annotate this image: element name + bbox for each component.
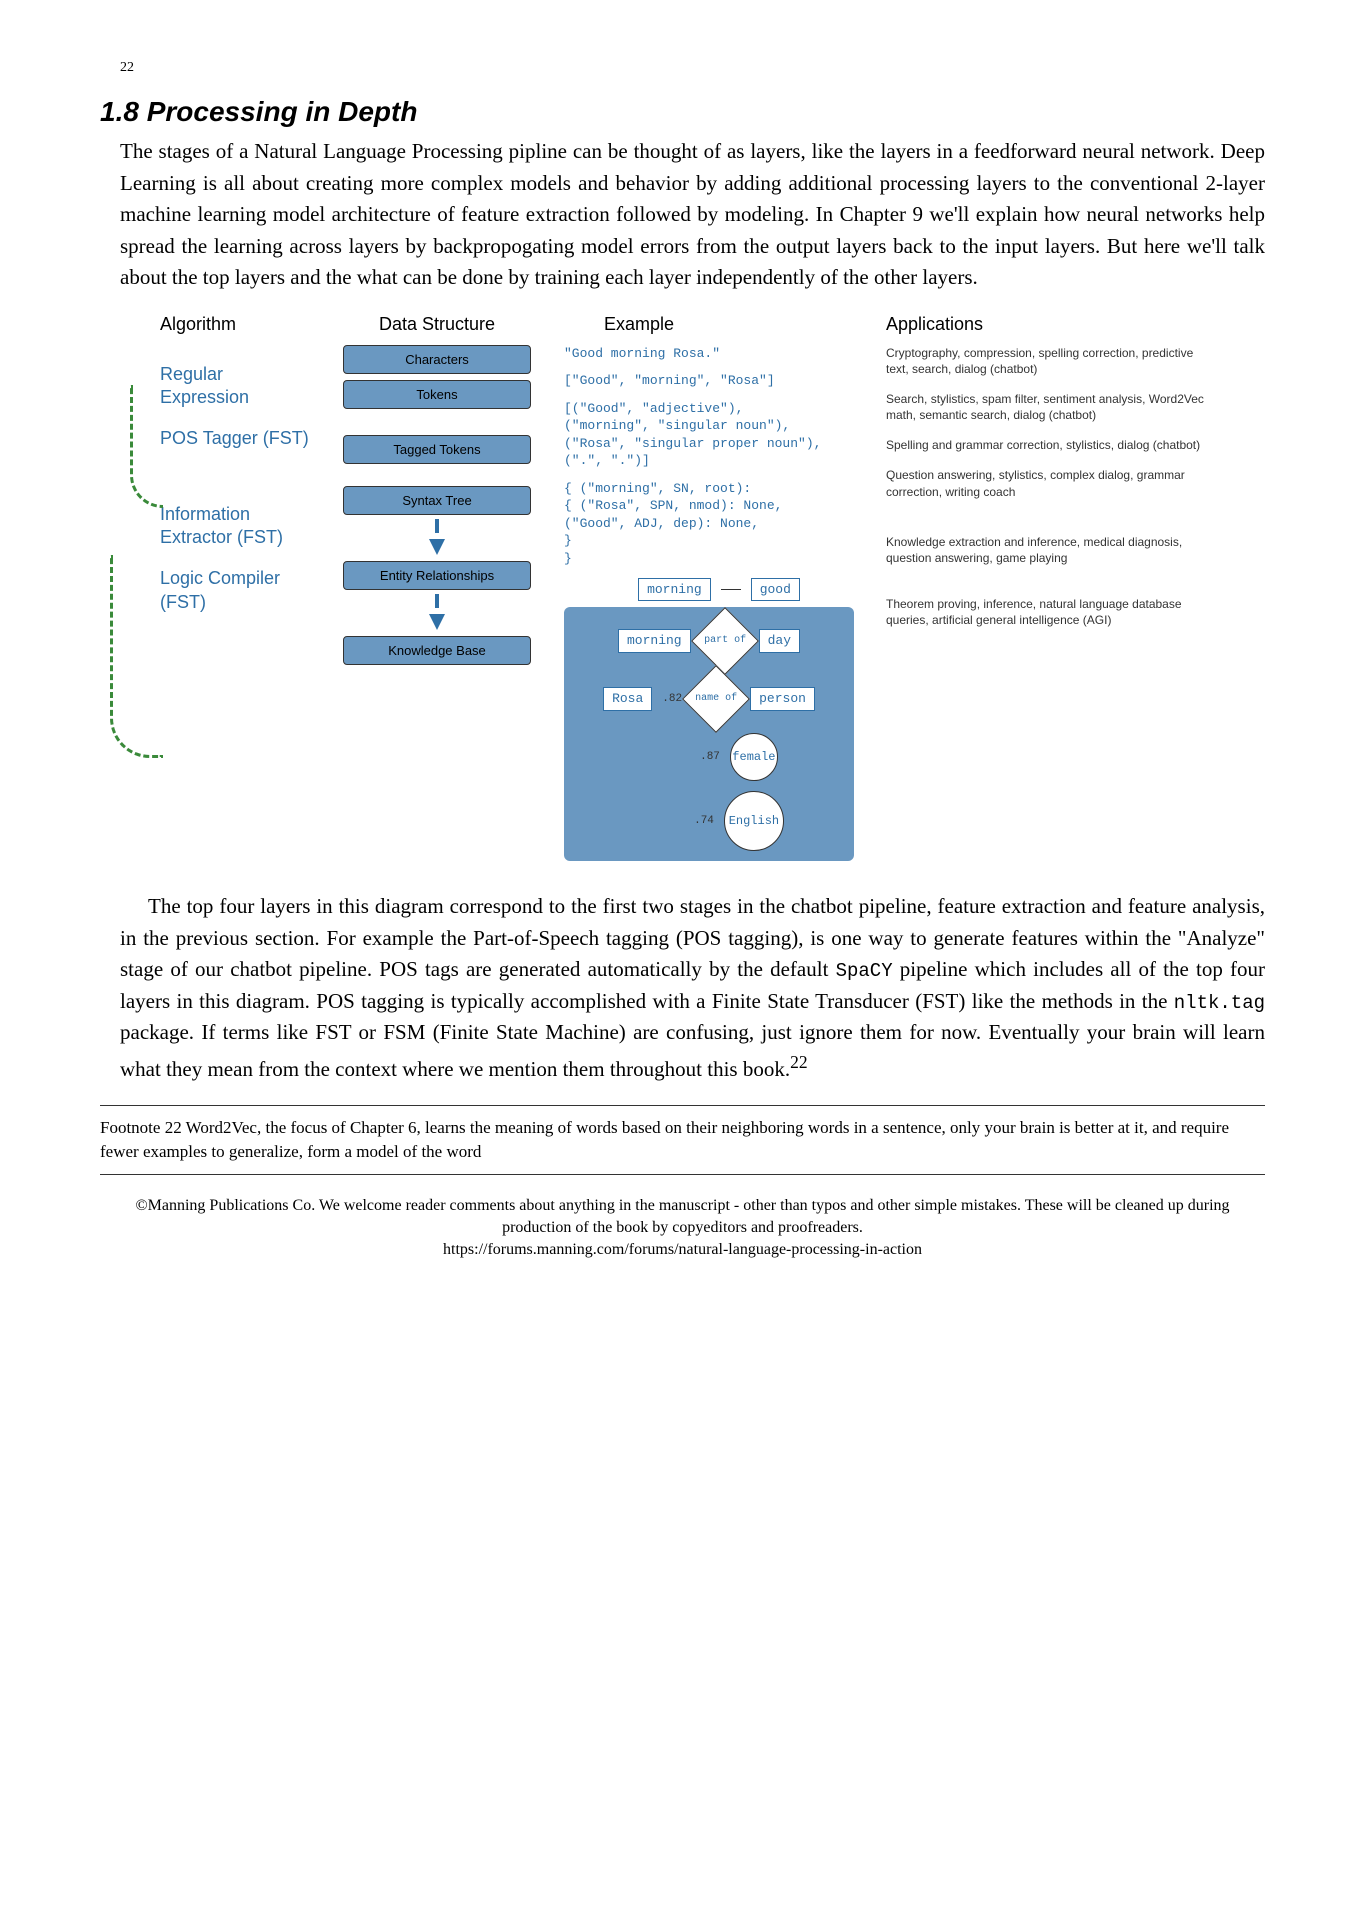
box-characters: Characters	[343, 345, 531, 374]
arrow-icon	[429, 614, 445, 630]
tagged-line: (".", ".")]	[564, 452, 874, 470]
footnote-22: Footnote 22 Word2Vec, the focus of Chapt…	[100, 1116, 1265, 1164]
code-spacy: SpaCY	[836, 960, 893, 982]
arrow-icon	[429, 539, 445, 555]
nlp-layers-diagram: Algorithm Data Structure Example Applica…	[160, 314, 1265, 862]
algorithm-column: Regular Expression POS Tagger (FST) Info…	[160, 345, 310, 633]
box-syntax-tree: Syntax Tree	[343, 486, 531, 515]
syntax-line: { ("morning", SN, root):	[564, 480, 874, 498]
kb-chip: person	[750, 687, 815, 711]
example-tagged: [("Good", "adjective"), ("morning", "sin…	[564, 400, 874, 470]
col-head-applications: Applications	[886, 314, 1206, 335]
syntax-line: }	[564, 550, 874, 568]
example-knowledge-base: morning part of day Rosa .82 name of per…	[564, 607, 854, 861]
kb-chip: morning	[618, 629, 691, 653]
section-heading: 1.8 Processing in Depth	[100, 96, 1265, 128]
app-syntax: Question answering, stylistics, complex …	[886, 467, 1206, 499]
tagged-line: ("morning", "singular noun"),	[564, 417, 874, 435]
app-tokens: Search, stylistics, spam filter, sentime…	[886, 391, 1206, 423]
entity-chip: good	[751, 578, 800, 602]
kb-weight: .74	[694, 814, 714, 829]
example-column: "Good morning Rosa." ["Good", "morning",…	[564, 345, 874, 862]
algo-regex: Regular Expression	[160, 363, 310, 410]
example-entity-relationships: morning good	[564, 578, 874, 602]
section-number: 1.8	[100, 96, 139, 127]
publisher-url: https://forums.manning.com/forums/natura…	[100, 1239, 1265, 1261]
para2-part-c: package. If terms like FST or FSM (Finit…	[120, 1020, 1265, 1081]
example-tokens: ["Good", "morning", "Rosa"]	[564, 372, 874, 390]
app-tagged: Spelling and grammar correction, stylist…	[886, 437, 1206, 453]
algo-logic: Logic Compiler (FST)	[160, 567, 310, 614]
data-structure-column: Characters Tokens Tagged Tokens Syntax T…	[322, 345, 552, 665]
app-kb: Theorem proving, inference, natural lang…	[886, 596, 1206, 628]
publisher-note: ©Manning Publications Co. We welcome rea…	[100, 1195, 1265, 1262]
algo-ie: Information Extractor (FST)	[160, 503, 310, 550]
box-entity-rel: Entity Relationships	[343, 561, 531, 590]
kb-node: female	[730, 733, 778, 781]
kb-weight: .87	[700, 750, 720, 765]
kb-relation: name of	[682, 665, 750, 733]
example-syntax: { ("morning", SN, root): { ("Rosa", SPN,…	[564, 480, 874, 568]
app-entity: Knowledge extraction and inference, medi…	[886, 534, 1206, 566]
paragraph-2: The top four layers in this diagram corr…	[120, 891, 1265, 1085]
footnote-separator	[100, 1174, 1265, 1175]
box-knowledge-base: Knowledge Base	[343, 636, 531, 665]
col-head-algorithm: Algorithm	[160, 314, 310, 335]
app-characters: Cryptography, compression, spelling corr…	[886, 345, 1206, 377]
entity-chip: morning	[638, 578, 711, 602]
publisher-line-1: ©Manning Publications Co. We welcome rea…	[100, 1195, 1265, 1240]
algo-pos: POS Tagger (FST)	[160, 427, 310, 450]
box-tagged-tokens: Tagged Tokens	[343, 435, 531, 464]
tagged-line: ("Rosa", "singular proper noun"),	[564, 435, 874, 453]
code-nltk-tag: nltk.tag	[1174, 992, 1265, 1014]
example-characters: "Good morning Rosa."	[564, 345, 874, 363]
syntax-line: ("Good", ADJ, dep): None,	[564, 515, 874, 533]
syntax-line: { ("Rosa", SPN, nmod): None,	[564, 497, 874, 515]
syntax-line: }	[564, 532, 874, 550]
kb-weight: .82	[662, 692, 682, 707]
box-tokens: Tokens	[343, 380, 531, 409]
kb-relation: part of	[691, 607, 759, 675]
col-head-example: Example	[564, 314, 874, 335]
applications-column: Cryptography, compression, spelling corr…	[886, 345, 1206, 643]
footnote-ref: 22	[790, 1052, 808, 1072]
col-head-data-structure: Data Structure	[322, 314, 552, 335]
section-title: Processing in Depth	[147, 96, 418, 127]
paragraph-1: The stages of a Natural Language Process…	[120, 136, 1265, 294]
kb-chip: day	[759, 629, 800, 653]
footnote-separator	[100, 1105, 1265, 1106]
tagged-line: [("Good", "adjective"),	[564, 400, 874, 418]
kb-chip: Rosa	[603, 687, 652, 711]
kb-node: English	[724, 791, 784, 851]
page-number: 22	[120, 60, 1265, 76]
